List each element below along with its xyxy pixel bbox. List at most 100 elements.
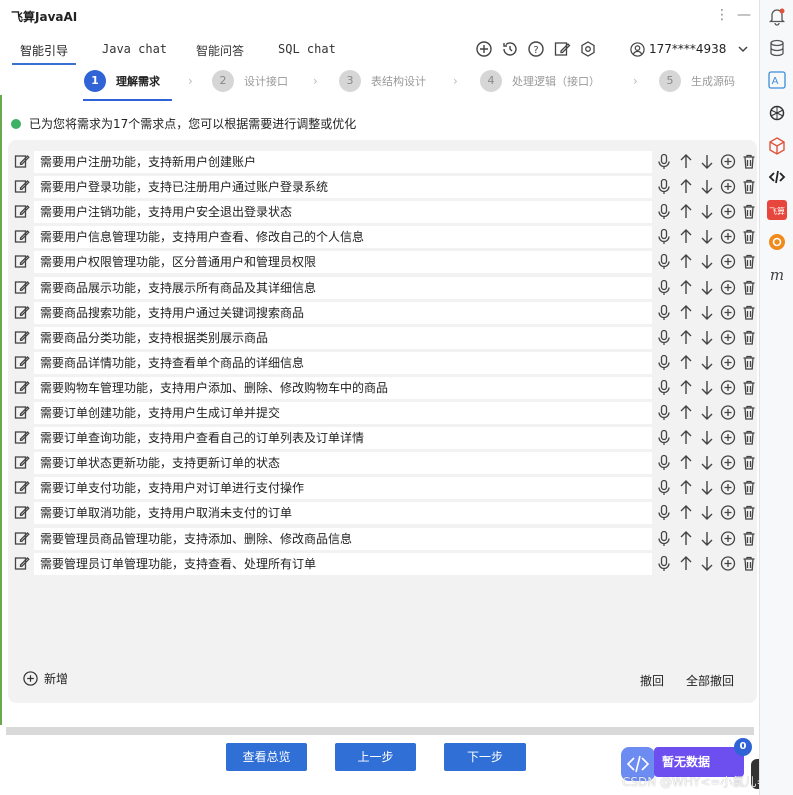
delete-icon[interactable] [741, 153, 757, 170]
delete-icon[interactable] [741, 279, 757, 296]
move-up-icon[interactable] [678, 203, 694, 220]
insert-icon[interactable] [720, 530, 736, 547]
requirement-text[interactable]: 需要商品展示功能，支持展示所有商品及其详细信息 [34, 276, 652, 299]
voice-input-icon[interactable] [656, 178, 672, 195]
insert-icon[interactable] [720, 178, 736, 195]
requirement-text[interactable]: 需要管理员商品管理功能，支持添加、删除、修改商品信息 [34, 527, 652, 550]
insert-icon[interactable] [720, 429, 736, 446]
requirement-text[interactable]: 需要订单状态更新功能，支持更新订单的状态 [34, 452, 652, 475]
delete-icon[interactable] [741, 228, 757, 245]
voice-input-icon[interactable] [656, 253, 672, 270]
requirement-text[interactable]: 需要订单创建功能，支持用户生成订单并提交 [34, 402, 652, 424]
delete-icon[interactable] [741, 354, 757, 371]
help-icon[interactable]: ? [527, 40, 545, 58]
move-up-icon[interactable] [678, 454, 694, 471]
move-up-icon[interactable] [678, 479, 694, 496]
requirement-text[interactable]: 需要订单支付功能，支持用户对订单进行支付操作 [34, 477, 652, 500]
delete-icon[interactable] [741, 329, 757, 346]
requirement-text[interactable]: 需要用户注销功能，支持用户安全退出登录状态 [34, 201, 652, 224]
history-icon[interactable] [501, 40, 519, 58]
move-down-icon[interactable] [699, 504, 715, 521]
requirement-text[interactable]: 需要管理员订单管理功能，支持查看、处理所有订单 [34, 552, 652, 575]
voice-input-icon[interactable] [656, 329, 672, 346]
move-down-icon[interactable] [699, 178, 715, 195]
move-up-icon[interactable] [678, 404, 694, 421]
undo-all-button[interactable]: 全部撤回 [686, 672, 734, 689]
edit-icon[interactable] [14, 203, 30, 219]
delete-icon[interactable] [741, 178, 757, 195]
requirement-text[interactable]: 需要商品搜索功能，支持用户通过关键词搜索商品 [34, 301, 652, 324]
step-understand-requirements[interactable]: 1 理解需求 [84, 70, 160, 92]
delete-icon[interactable] [741, 555, 757, 572]
requirement-text[interactable]: 需要用户登录功能，支持已注册用户通过账户登录系统 [34, 176, 652, 199]
delete-icon[interactable] [741, 253, 757, 270]
voice-input-icon[interactable] [656, 203, 672, 220]
delete-icon[interactable] [741, 454, 757, 471]
insert-icon[interactable] [720, 153, 736, 170]
move-up-icon[interactable] [678, 504, 694, 521]
insert-icon[interactable] [720, 279, 736, 296]
edit-icon[interactable] [14, 454, 30, 470]
insert-icon[interactable] [720, 504, 736, 521]
m-plugin-icon[interactable]: m [767, 265, 787, 285]
add-icon[interactable] [475, 40, 493, 58]
step-generate-source[interactable]: 5 生成源码 [659, 70, 735, 92]
notification-icon[interactable] [767, 6, 787, 26]
voice-input-icon[interactable] [656, 555, 672, 572]
voice-input-icon[interactable] [656, 153, 672, 170]
delete-icon[interactable] [741, 429, 757, 446]
delete-icon[interactable] [741, 504, 757, 521]
requirement-text[interactable]: 需要商品分类功能，支持根据类别展示商品 [34, 326, 652, 349]
edit-icon[interactable] [14, 404, 30, 420]
move-down-icon[interactable] [699, 429, 715, 446]
delete-icon[interactable] [741, 304, 757, 321]
move-down-icon[interactable] [699, 404, 715, 421]
move-up-icon[interactable] [678, 228, 694, 245]
minimize-icon[interactable]: — [736, 6, 752, 24]
edit-icon[interactable] [14, 379, 30, 395]
requirement-text[interactable]: 需要订单查询功能，支持用户查看自己的订单列表及订单详情 [34, 427, 652, 450]
move-up-icon[interactable] [678, 304, 694, 321]
voice-input-icon[interactable] [656, 454, 672, 471]
requirement-text[interactable]: 需要用户信息管理功能，支持用户查看、修改自己的个人信息 [34, 226, 652, 249]
insert-icon[interactable] [720, 404, 736, 421]
add-requirement-button[interactable]: 新增 [23, 670, 68, 687]
cube-icon[interactable] [767, 136, 787, 156]
insert-icon[interactable] [720, 329, 736, 346]
voice-input-icon[interactable] [656, 404, 672, 421]
tab-sql-chat[interactable]: SQL chat [278, 42, 336, 56]
requirement-text[interactable]: 需要用户权限管理功能，区分普通用户和管理员权限 [34, 251, 652, 274]
insert-icon[interactable] [720, 379, 736, 396]
move-down-icon[interactable] [699, 530, 715, 547]
voice-input-icon[interactable] [656, 429, 672, 446]
insert-icon[interactable] [720, 253, 736, 270]
move-up-icon[interactable] [678, 354, 694, 371]
move-down-icon[interactable] [699, 279, 715, 296]
insert-icon[interactable] [720, 203, 736, 220]
insert-icon[interactable] [720, 304, 736, 321]
step-design-interface[interactable]: 2 设计接口 [212, 70, 288, 92]
requirement-text[interactable]: 需要商品详情功能，支持查看单个商品的详细信息 [34, 351, 652, 374]
requirement-text[interactable]: 需要购物车管理功能，支持用户添加、删除、修改购物车中的商品 [34, 376, 652, 399]
move-down-icon[interactable] [699, 479, 715, 496]
user-account-menu[interactable]: 177****4938 [630, 40, 750, 58]
edit-icon[interactable] [14, 178, 30, 194]
edit-icon[interactable] [14, 329, 30, 345]
voice-input-icon[interactable] [656, 379, 672, 396]
move-down-icon[interactable] [699, 354, 715, 371]
insert-icon[interactable] [720, 479, 736, 496]
move-up-icon[interactable] [678, 253, 694, 270]
edit-icon[interactable] [14, 530, 30, 546]
delete-icon[interactable] [741, 530, 757, 547]
edit-icon[interactable] [14, 228, 30, 244]
voice-input-icon[interactable] [656, 228, 672, 245]
voice-input-icon[interactable] [656, 304, 672, 321]
move-down-icon[interactable] [699, 304, 715, 321]
delete-icon[interactable] [741, 203, 757, 220]
voice-input-icon[interactable] [656, 354, 672, 371]
edit-icon[interactable] [14, 304, 30, 320]
tab-java-chat[interactable]: Java chat [102, 42, 167, 56]
edit-icon[interactable] [14, 354, 30, 370]
voice-input-icon[interactable] [656, 504, 672, 521]
move-down-icon[interactable] [699, 329, 715, 346]
